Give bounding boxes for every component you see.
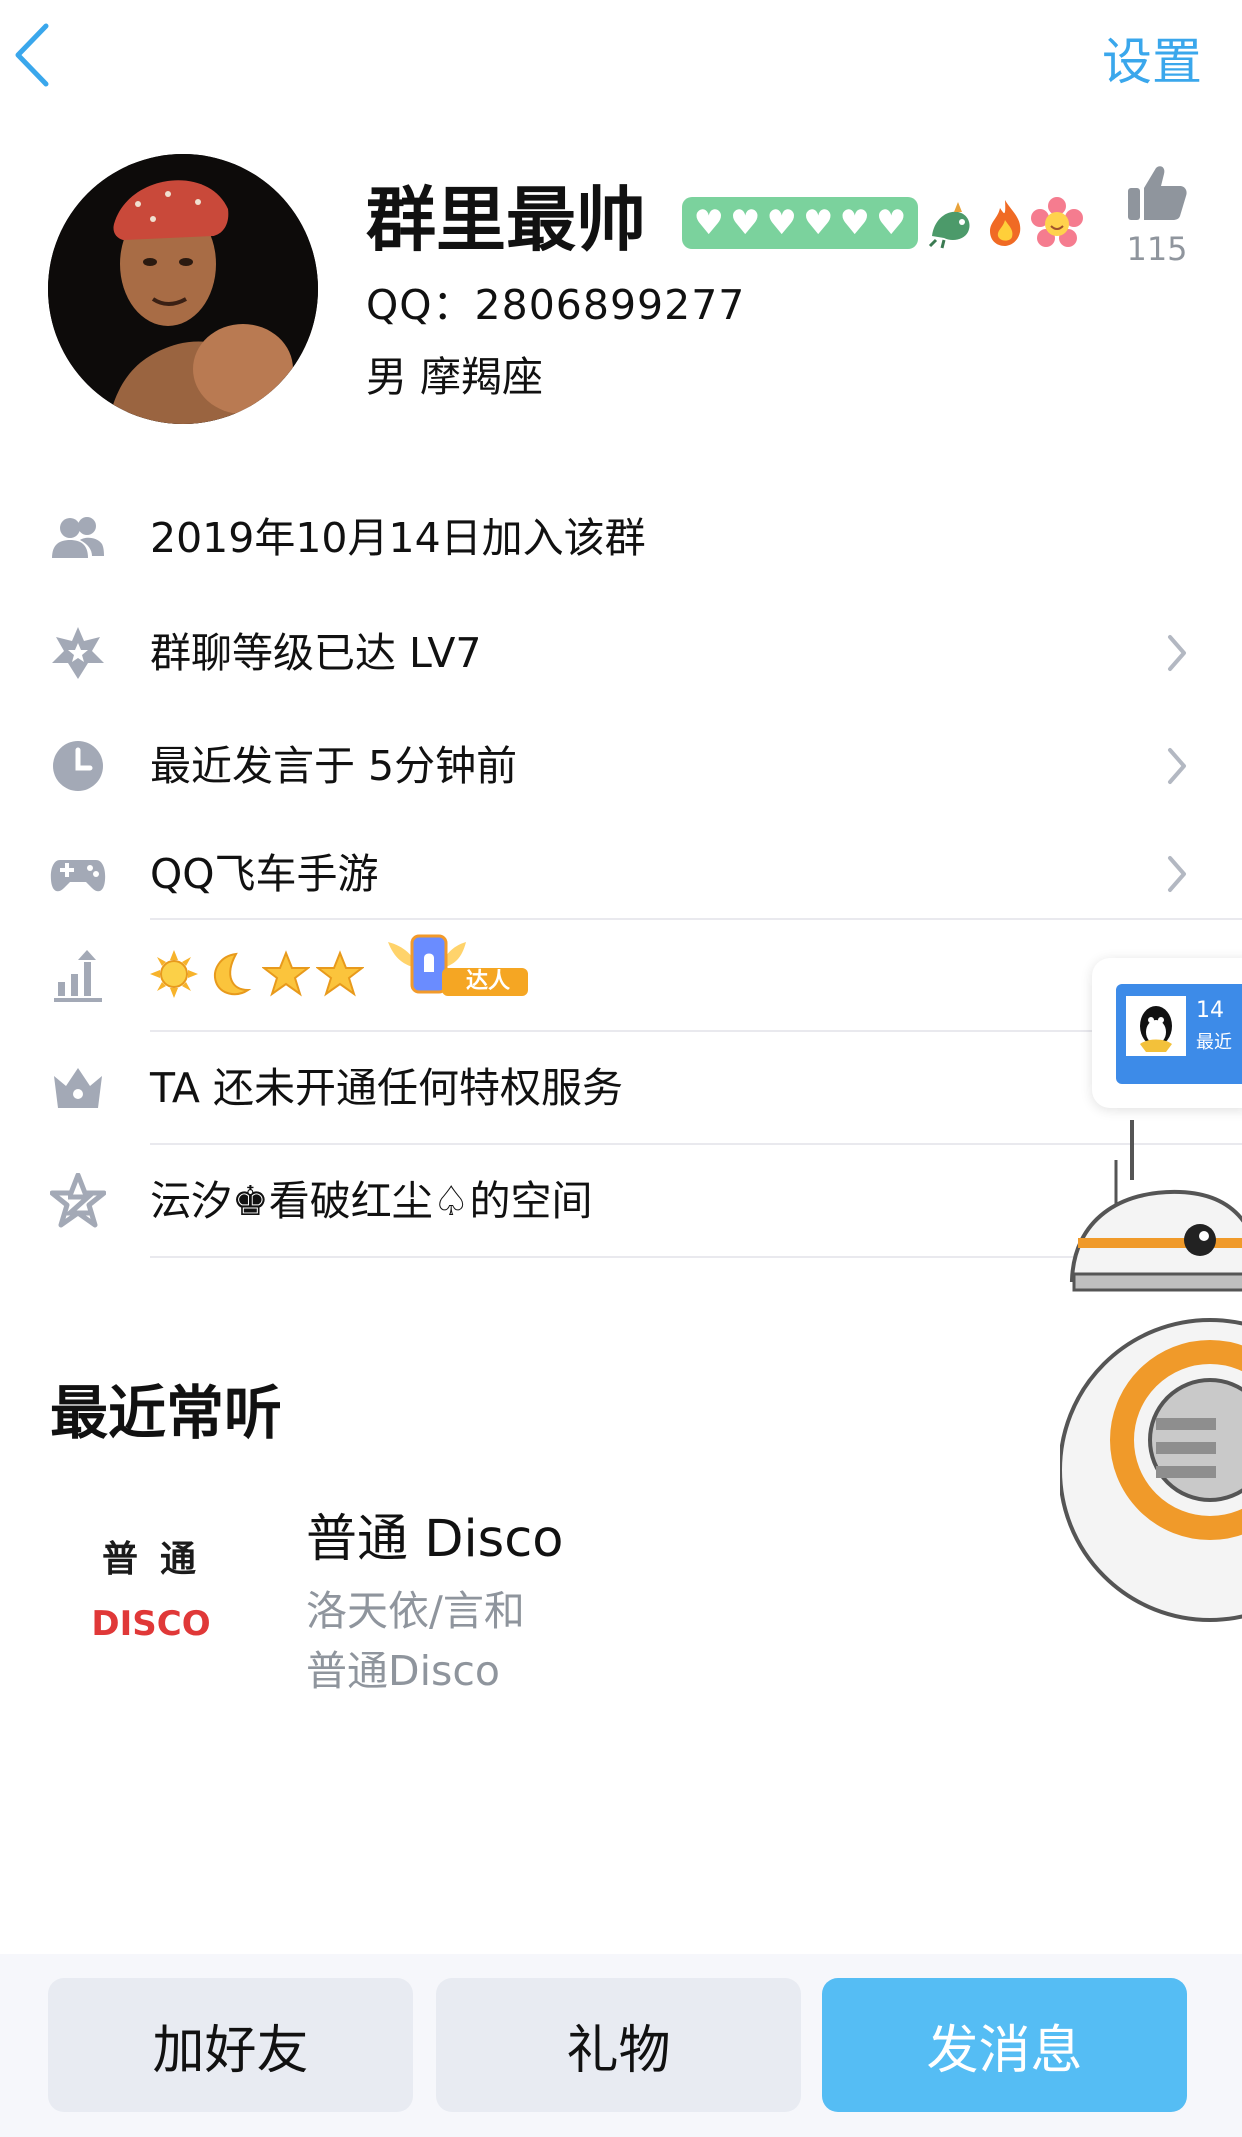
- info-row-last-spoke[interactable]: 最近发言于 5分钟前: [0, 710, 1242, 822]
- album-cover-line1: 普通: [101, 1539, 218, 1580]
- robot-sticker[interactable]: [1060, 1120, 1242, 1640]
- chevron-right-icon: [1168, 748, 1186, 784]
- bottom-action-bar: 加好友 礼物 发消息: [0, 1954, 1242, 2137]
- send-message-button[interactable]: 发消息: [822, 1978, 1187, 2112]
- nickname: 群里最帅: [366, 179, 646, 261]
- chevron-right-icon: [1168, 635, 1186, 671]
- info-row-privilege[interactable]: TA 还未开通任何特权服务: [0, 1032, 1242, 1144]
- add-friend-button[interactable]: 加好友: [48, 1978, 413, 2112]
- chevron-right-icon: [1168, 856, 1186, 892]
- level-chart-icon: [54, 950, 102, 1002]
- qzone-text: 沄汐♚看破红尘♤的空间: [150, 1177, 593, 1225]
- recent-listening-title: 最近常听: [50, 1379, 283, 1447]
- level-badge[interactable]: ♥ ♥ ♥ ♥ ♥ ♥: [682, 197, 918, 249]
- talent-badge-label: 达人: [465, 969, 510, 994]
- penguin-icon: [1126, 996, 1186, 1056]
- back-chevron-icon[interactable]: [10, 20, 60, 90]
- group-members-icon: [52, 517, 104, 558]
- heart-icon: ♥: [730, 203, 761, 243]
- info-row-join-date: 2019年10月14日加入该群: [0, 482, 1242, 594]
- info-row-qzone[interactable]: 沄汐♚看破红尘♤的空间: [0, 1145, 1242, 1257]
- info-row-group-level[interactable]: 群聊等级已达 LV7: [0, 597, 1242, 709]
- dragon-icon[interactable]: [924, 196, 978, 250]
- thumbs-up-icon: [1128, 166, 1187, 220]
- info-row-game[interactable]: QQ飞车手游: [0, 818, 1242, 930]
- fire-icon[interactable]: [978, 196, 1032, 250]
- floating-card-inner: 14 最近: [1116, 984, 1242, 1084]
- star-icon: [262, 950, 310, 997]
- settings-button[interactable]: 设置: [1102, 22, 1202, 94]
- song-album: 普通Disco: [306, 1647, 500, 1695]
- sun-icon: [150, 950, 198, 998]
- like-button[interactable]: 115: [1122, 164, 1192, 268]
- heart-icon: ♥: [693, 203, 725, 243]
- heart-icon: ♥: [839, 203, 870, 243]
- last-spoke-text: 最近发言于 5分钟前: [150, 742, 518, 790]
- clock-icon: [53, 741, 103, 791]
- gift-button[interactable]: 礼物: [436, 1978, 801, 2112]
- star-icon: [316, 950, 364, 997]
- moon-icon: [214, 952, 252, 996]
- qq-number: QQ：2806899277: [366, 281, 746, 329]
- heart-icon: ♥: [766, 203, 797, 243]
- game-text: QQ飞车手游: [150, 850, 379, 898]
- talent-badge[interactable]: 达人: [384, 932, 530, 998]
- gender-zodiac: 男 摩羯座: [366, 353, 544, 401]
- flower-icon[interactable]: [1030, 196, 1084, 250]
- song-title[interactable]: 普通 Disco: [306, 1510, 563, 1570]
- song-artist: 洛天依/言和: [306, 1587, 525, 1635]
- star-badge-icon: [52, 627, 104, 679]
- gamepad-icon: [50, 860, 106, 892]
- album-cover[interactable]: 普通 DISCO: [76, 1520, 226, 1670]
- qzone-star-icon: [50, 1173, 106, 1228]
- floating-card-number: 14: [1196, 998, 1224, 1023]
- floating-card[interactable]: 14 最近: [1092, 958, 1242, 1108]
- crown-icon: [54, 1068, 102, 1108]
- join-date-text: 2019年10月14日加入该群: [150, 514, 646, 562]
- privilege-text: TA 还未开通任何特权服务: [150, 1064, 623, 1112]
- heart-icon: ♥: [803, 203, 834, 243]
- heart-icon: ♥: [875, 203, 907, 243]
- album-cover-line2: DISCO: [91, 1604, 211, 1644]
- avatar[interactable]: [48, 154, 318, 424]
- avatar-image: [48, 154, 318, 424]
- info-row-qq-level[interactable]: 达人: [0, 920, 1242, 1032]
- floating-card-subtext: 最近: [1196, 1032, 1232, 1053]
- like-count: 115: [1126, 230, 1188, 268]
- group-level-text: 群聊等级已达 LV7: [150, 629, 482, 677]
